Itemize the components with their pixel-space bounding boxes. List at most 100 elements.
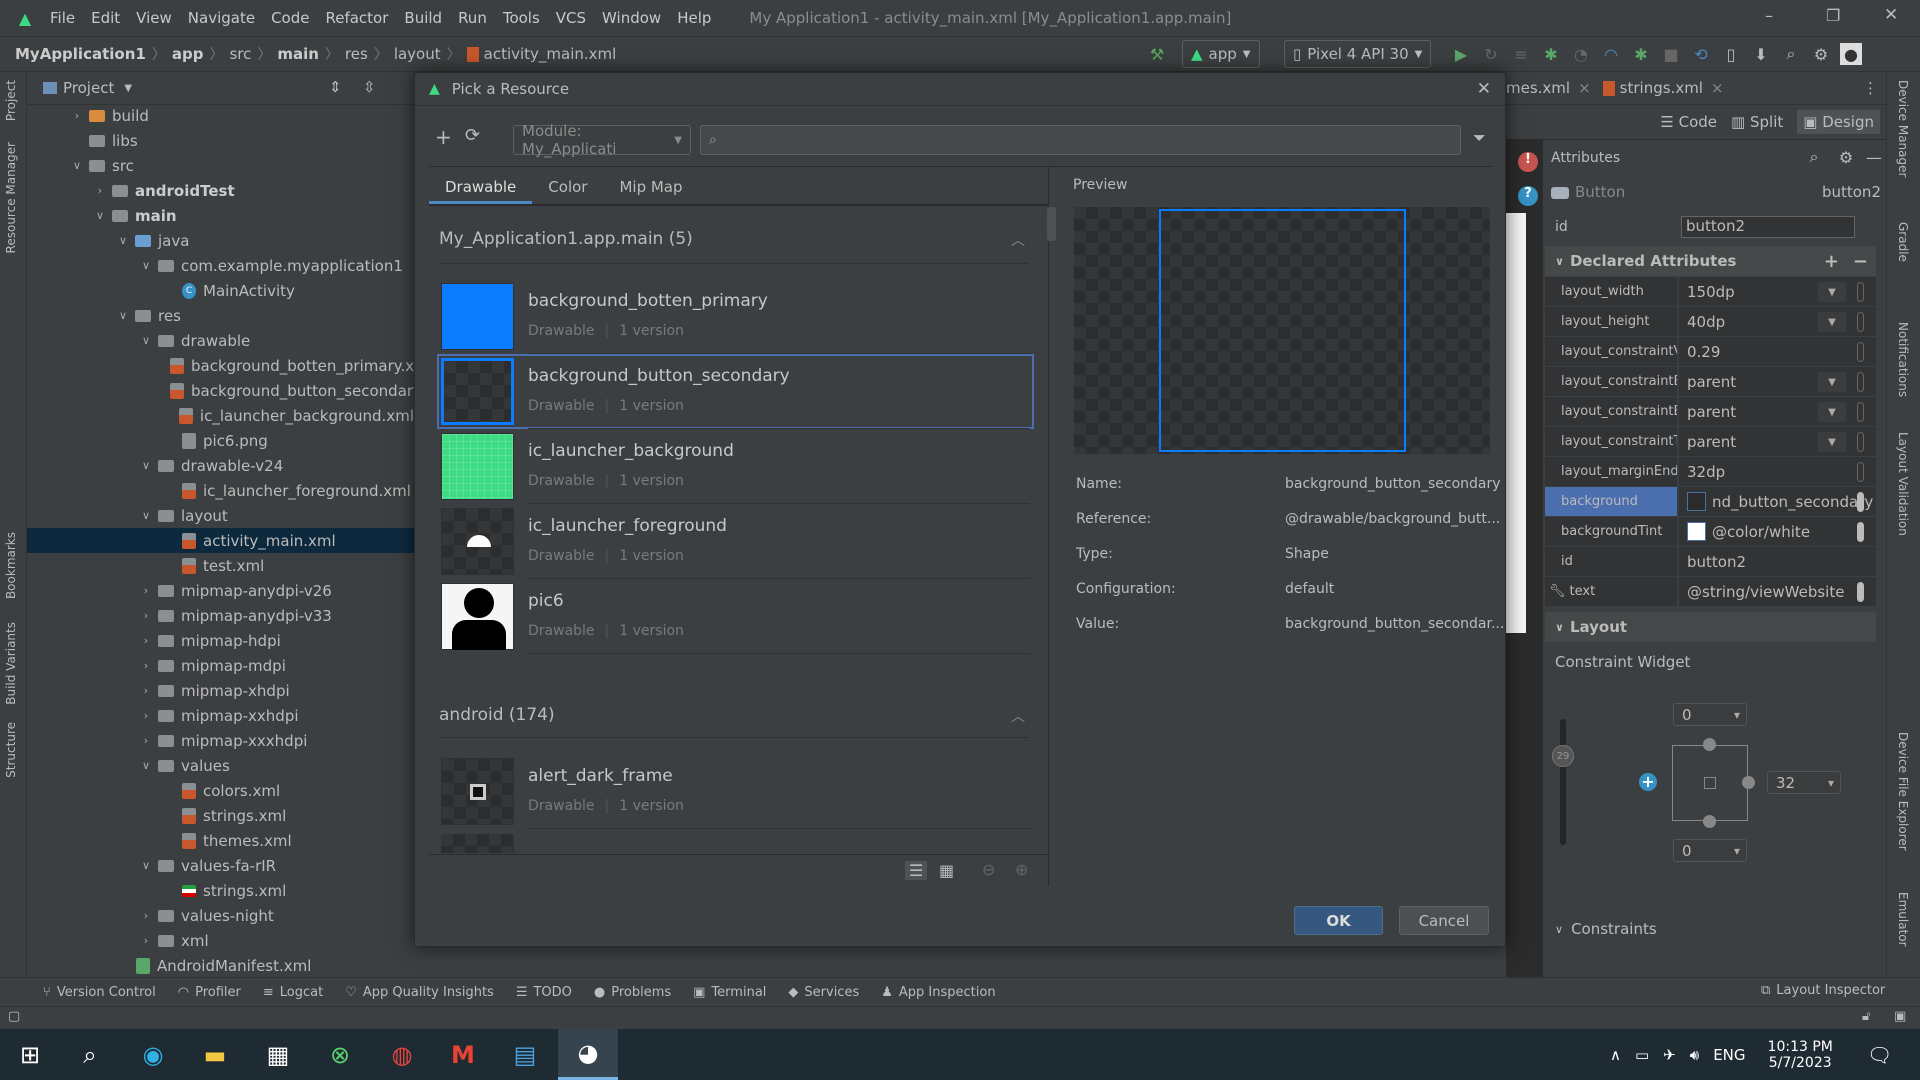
tool-window-resource-manager[interactable]: Resource Manager: [4, 142, 18, 253]
tree-item[interactable]: background_button_secondary.xml: [27, 378, 414, 403]
tool-terminal[interactable]: ▣ Terminal: [693, 985, 766, 1000]
clock[interactable]: 10:13 PM 5/7/2023: [1768, 1039, 1833, 1071]
sdk-manager-icon[interactable]: ⬇: [1750, 43, 1772, 65]
tree-item[interactable]: background_botten_primary.xml: [27, 353, 414, 378]
search-icon[interactable]: ⌕: [60, 1029, 120, 1080]
tree-item[interactable]: ∨ drawable-v24: [27, 453, 414, 478]
color-swatch[interactable]: [1687, 492, 1706, 511]
attribute-row[interactable]: layout_marginEnd 32dp: [1545, 457, 1876, 487]
attribute-row[interactable]: id button2: [1545, 547, 1876, 577]
resource-item[interactable]: background_botten_primary Drawable | 1 vers…: [441, 283, 1030, 354]
tool-window-build-variants[interactable]: Build Variants: [4, 622, 18, 705]
chevron-down-icon[interactable]: ∨: [140, 334, 152, 347]
sync-gradle-icon[interactable]: ⟲: [1690, 43, 1712, 65]
show-hidden-icons-chevron-up-icon[interactable]: ∧: [1610, 1046, 1621, 1064]
declared-attributes-header[interactable]: ∨ Declared Attributes + −: [1545, 246, 1876, 276]
android-studio-taskbar-icon[interactable]: ◕: [558, 1029, 618, 1080]
resource-picker-indicator[interactable]: [1857, 582, 1864, 602]
tool-services[interactable]: ◆ Services: [788, 985, 859, 1000]
search-everywhere-icon[interactable]: ⌕: [1780, 43, 1802, 65]
constraints-section-header[interactable]: ∨ Constraints: [1555, 920, 1657, 938]
more-tabs-icon[interactable]: ⋮: [1863, 79, 1878, 97]
attribute-value[interactable]: parent ▼: [1679, 397, 1876, 426]
attribute-value[interactable]: nd_button_secondary: [1679, 487, 1876, 516]
minimize-panel-icon[interactable]: —: [1863, 146, 1885, 168]
tree-item[interactable]: ic_launcher_foreground.xml: [27, 478, 414, 503]
menu-file[interactable]: File: [50, 9, 75, 27]
menu-edit[interactable]: Edit: [91, 9, 120, 27]
profile-icon[interactable]: ◔: [1570, 43, 1592, 65]
chevron-down-icon[interactable]: ▼: [1818, 372, 1846, 392]
resource-picker-indicator[interactable]: [1857, 312, 1864, 332]
tab-color[interactable]: Color: [532, 172, 603, 204]
tree-item[interactable]: › mipmap-xxxhdpi: [27, 728, 414, 753]
zoom-out-icon[interactable]: ⊖: [982, 860, 995, 879]
attribute-value[interactable]: parent ▼: [1679, 427, 1876, 456]
attribute-value[interactable]: 150dp ▼: [1679, 277, 1876, 306]
design-mode-button[interactable]: ▣ Design: [1797, 110, 1880, 134]
chevron-down-icon[interactable]: ▼: [124, 83, 132, 94]
tool-window-project[interactable]: Project: [4, 80, 18, 121]
tree-item[interactable]: activity_main.xml: [27, 528, 414, 553]
tool-profiler[interactable]: ◠ Profiler: [178, 985, 241, 1000]
close-window-button[interactable]: ✕: [1884, 5, 1898, 25]
menu-refactor[interactable]: Refactor: [325, 9, 388, 27]
tab-mip-map[interactable]: Mip Map: [603, 172, 698, 204]
tree-item[interactable]: ic_launcher_background.xml: [27, 403, 414, 428]
build-hammer-icon[interactable]: ⚒: [1146, 43, 1168, 65]
breadcrumb-item[interactable]: main: [277, 45, 319, 63]
bias-slider-thumb[interactable]: 29: [1552, 745, 1574, 767]
id-input[interactable]: button2: [1681, 216, 1855, 238]
resource-item[interactable]: ic_launcher_background Drawable | 1 version: [441, 433, 1030, 504]
split-mode-button[interactable]: ▥ Split: [1731, 113, 1783, 131]
collapse-section-icon[interactable]: ︿: [1011, 230, 1025, 250]
gmail-icon[interactable]: M: [433, 1029, 493, 1080]
tree-item[interactable]: colors.xml: [27, 778, 414, 803]
tool-window-gradle[interactable]: Gradle: [1896, 222, 1910, 262]
attribute-row[interactable]: background nd_button_secondary: [1545, 487, 1876, 517]
chevron-right-icon[interactable]: ›: [140, 659, 152, 672]
collapse-all-icon[interactable]: ⇳: [363, 78, 376, 96]
stop-icon[interactable]: ■: [1660, 43, 1682, 65]
filter-icon[interactable]: ⏷: [1473, 128, 1486, 148]
account-avatar-icon[interactable]: ●: [1840, 43, 1862, 65]
xbox-icon[interactable]: ⊗: [310, 1029, 370, 1080]
layout-section-header[interactable]: ∨ Layout: [1545, 612, 1876, 642]
chevron-down-icon[interactable]: ▼: [1818, 282, 1846, 302]
tree-item[interactable]: themes.xml: [27, 828, 414, 853]
chevron-right-icon[interactable]: ›: [140, 584, 152, 597]
gear-icon[interactable]: ⚙: [1835, 146, 1857, 168]
top-constraint-handle[interactable]: [1703, 738, 1716, 751]
chevron-right-icon[interactable]: ›: [140, 734, 152, 747]
tool-problems[interactable]: ● Problems: [594, 985, 671, 1000]
chevron-down-icon[interactable]: ∨: [140, 759, 152, 772]
attribute-value[interactable]: 0.29: [1679, 337, 1876, 366]
project-view-label[interactable]: Project: [63, 79, 114, 97]
tree-item[interactable]: › mipmap-hdpi: [27, 628, 414, 653]
list-view-icon[interactable]: ☰: [905, 861, 928, 880]
tree-item[interactable]: ∨ java: [27, 228, 414, 253]
battery-icon[interactable]: ▭: [1635, 1046, 1649, 1064]
margin-bottom-dropdown[interactable]: 0: [1673, 839, 1747, 862]
resource-item[interactable]: ic_launcher_foreground Drawable | 1 version: [441, 508, 1030, 579]
breadcrumb-item[interactable]: src: [229, 45, 251, 63]
attribute-value[interactable]: 40dp ▼: [1679, 307, 1876, 336]
tree-item[interactable]: strings.xml: [27, 803, 414, 828]
resource-item[interactable]: pic6 Drawable | 1 version: [441, 583, 1030, 654]
editor-tab-themes[interactable]: mes.xml: [1506, 79, 1570, 97]
tool-window-notifications[interactable]: Notifications: [1896, 322, 1910, 397]
chevron-right-icon[interactable]: ›: [140, 909, 152, 922]
file-explorer-icon[interactable]: ▬: [185, 1029, 245, 1080]
tree-item[interactable]: › mipmap-anydpi-v33: [27, 603, 414, 628]
attribute-row[interactable]: layout_constraintB... parent ▼: [1545, 367, 1876, 397]
menu-help[interactable]: Help: [677, 9, 711, 27]
tool-window-device-manager[interactable]: Device Manager: [1896, 80, 1910, 177]
chevron-right-icon[interactable]: ›: [71, 109, 83, 122]
restore-button[interactable]: ❐: [1826, 6, 1840, 25]
resource-item[interactable]: alert_dark_frame Drawable | 1 version: [441, 758, 1030, 829]
ok-button[interactable]: OK: [1294, 906, 1383, 935]
tree-item[interactable]: › xml: [27, 928, 414, 953]
menu-window[interactable]: Window: [602, 9, 661, 27]
cancel-button[interactable]: Cancel: [1399, 906, 1489, 935]
breadcrumb-item[interactable]: res: [345, 45, 368, 63]
